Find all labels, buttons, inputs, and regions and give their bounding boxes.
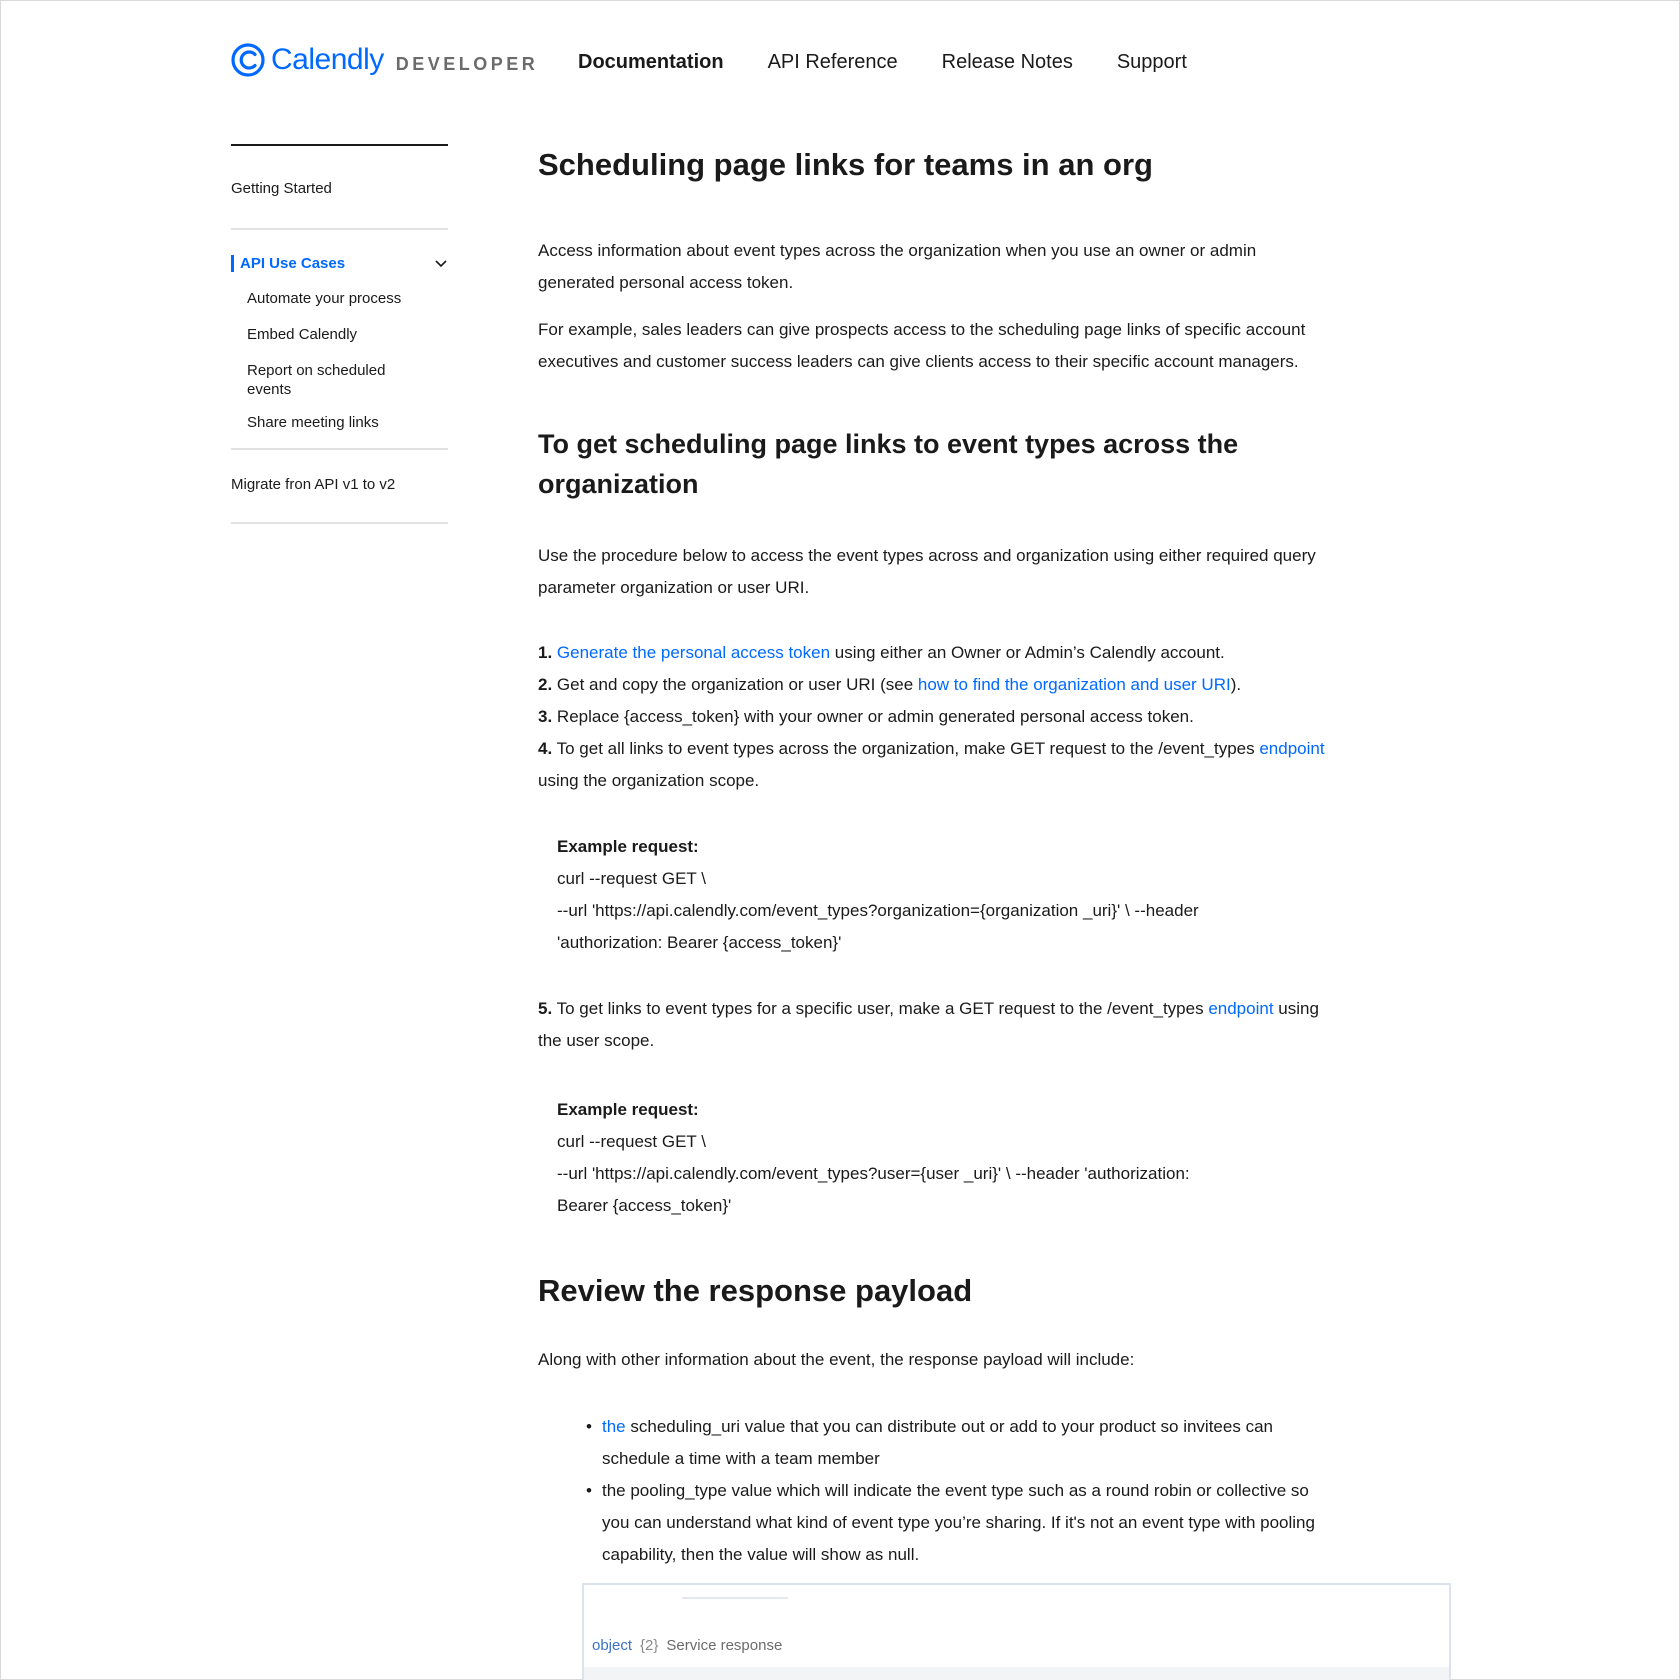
response-schema-panel: object {2} Service response: [582, 1583, 1451, 1680]
step-text: Replace {access_token} with your owner o…: [552, 707, 1194, 726]
sidebar-group-header[interactable]: API Use Cases: [231, 255, 448, 272]
payload-list: the scheduling_uri value that you can di…: [586, 1411, 1326, 1571]
schema-description: Service response: [666, 1637, 783, 1654]
code-line: --url 'https://api.calendly.com/event_ty…: [557, 1164, 1190, 1183]
step-4: 4. To get all links to event types acros…: [538, 733, 1358, 765]
step-text: To get all links to event types across t…: [552, 739, 1260, 758]
list-item-text: scheduling_uri value that you can distri…: [602, 1417, 1273, 1468]
sidebar-item-embed[interactable]: Embed Calendly: [231, 325, 448, 344]
example-request-org: Example request: curl --request GET \ --…: [557, 831, 1199, 959]
calendly-logo-icon: [231, 43, 265, 77]
procedure-heading: To get scheduling page links to event ty…: [538, 429, 1239, 499]
sidebar-item-migrate[interactable]: Migrate fron API v1 to v2: [231, 450, 448, 524]
brand-name: Calendly: [271, 43, 384, 76]
nav-api-reference[interactable]: API Reference: [768, 51, 898, 74]
sidebar-item-share[interactable]: Share meeting links: [231, 413, 448, 432]
example-label: Example request:: [557, 1100, 699, 1119]
schema-field-row[interactable]: [584, 1667, 1449, 1680]
step-5-cont: the user scope.: [538, 1031, 655, 1050]
sidebar-item-getting-started[interactable]: Getting Started: [231, 146, 448, 230]
payload-intro: Along with other information about the e…: [538, 1350, 1135, 1369]
site-header: Calendly DEVELOPER Documentation API Ref…: [231, 41, 1679, 91]
step-number: 2.: [538, 675, 553, 694]
payload-heading: Review the response payload: [538, 1273, 973, 1308]
generate-token-link[interactable]: Generate the personal access token: [557, 643, 830, 662]
sidebar-group-api-use-cases: API Use Cases Automate your process Embe…: [231, 230, 448, 450]
top-navigation: Documentation API Reference Release Note…: [578, 51, 1231, 74]
code-line: 'authorization: Bearer {access_token}': [557, 933, 842, 952]
schema-type: object: [592, 1637, 633, 1654]
page-title: Scheduling page links for teams in an or…: [538, 147, 1153, 182]
list-item: the scheduling_uri value that you can di…: [586, 1411, 1326, 1475]
example-label: Example request:: [557, 837, 699, 856]
find-uri-link[interactable]: how to find the organization and user UR…: [918, 675, 1231, 694]
brand-suffix: DEVELOPER: [395, 53, 539, 74]
schema-count: {2}: [640, 1637, 659, 1654]
endpoint-link[interactable]: endpoint: [1208, 999, 1273, 1018]
the-link[interactable]: the: [602, 1417, 626, 1436]
endpoint-link[interactable]: endpoint: [1259, 739, 1324, 758]
nav-documentation[interactable]: Documentation: [578, 51, 724, 74]
code-line: curl --request GET \: [557, 1132, 706, 1151]
example-paragraph: For example, sales leaders can give pros…: [538, 320, 1306, 371]
sidebar-group-title: API Use Cases: [231, 255, 345, 272]
procedure-intro: Use the procedure below to access the ev…: [538, 546, 1316, 597]
code-line: curl --request GET \: [557, 869, 706, 888]
step-4-cont: using the organization scope.: [538, 771, 760, 790]
chevron-down-icon[interactable]: [434, 259, 448, 269]
code-line: Bearer {access_token}': [557, 1196, 732, 1215]
step-text: To get links to event types for a specif…: [552, 999, 1209, 1018]
sidebar-item-report[interactable]: Report on scheduled events: [231, 361, 411, 399]
sidebar: Getting Started API Use Cases Automate y…: [231, 144, 448, 524]
step-1: 1. Generate the personal access token us…: [538, 637, 1358, 669]
step-text: using: [1273, 999, 1319, 1018]
step-3: 3. Replace {access_token} with your owne…: [538, 701, 1358, 733]
step-number: 1.: [538, 643, 553, 662]
sidebar-item-automate[interactable]: Automate your process: [231, 289, 448, 308]
step-text: Get and copy the organization or user UR…: [552, 675, 918, 694]
procedure-steps: 1. Generate the personal access token us…: [538, 637, 1358, 797]
calendly-logo[interactable]: Calendly DEVELOPER: [231, 43, 538, 77]
nav-support[interactable]: Support: [1117, 51, 1187, 74]
step-number: 4.: [538, 739, 553, 758]
example-request-user: Example request: curl --request GET \ --…: [557, 1094, 1190, 1222]
procedure-step-5: 5. To get links to event types for a spe…: [538, 993, 1358, 1057]
step-text: using either an Owner or Admin’s Calendl…: [830, 643, 1225, 662]
step-5: 5. To get links to event types for a spe…: [538, 993, 1358, 1025]
intro-paragraph: Access information about event types acr…: [538, 241, 1257, 292]
step-number: 5.: [538, 999, 553, 1018]
step-text: ).: [1230, 675, 1242, 694]
code-line: --url 'https://api.calendly.com/event_ty…: [557, 901, 1199, 920]
step-number: 3.: [538, 707, 553, 726]
schema-root-row[interactable]: object {2} Service response: [592, 1637, 782, 1654]
schema-tab-indicator: [682, 1597, 788, 1599]
nav-release-notes[interactable]: Release Notes: [942, 51, 1073, 74]
list-item: the pooling_type value which will indica…: [586, 1475, 1326, 1571]
step-2: 2. Get and copy the organization or user…: [538, 669, 1358, 701]
